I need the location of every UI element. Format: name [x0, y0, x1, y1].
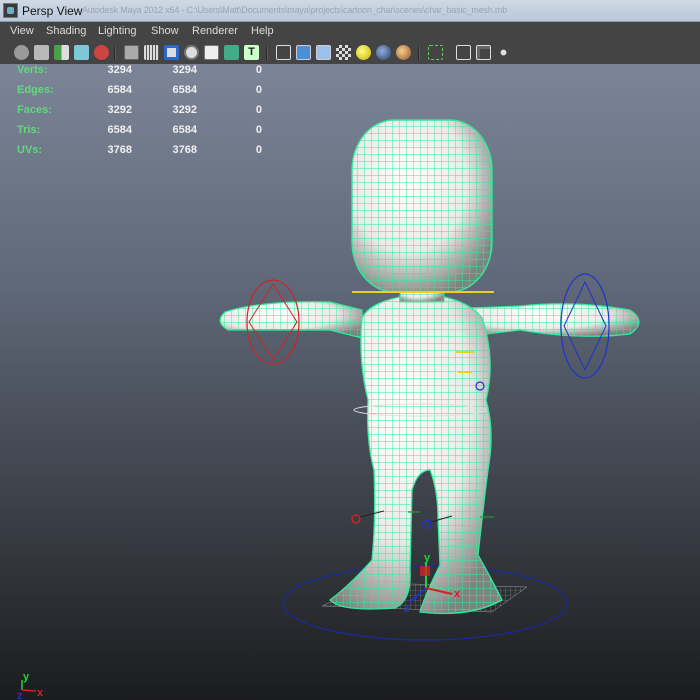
toolbar-separator — [114, 46, 116, 60]
axis-y-label: y — [23, 671, 30, 683]
grid-icon[interactable] — [124, 45, 139, 60]
safe-action-icon[interactable] — [224, 45, 239, 60]
manipulator-y-label: y — [424, 552, 431, 564]
high-quality-icon[interactable] — [396, 45, 411, 60]
axis-z-label: z — [17, 690, 23, 700]
wireframe-icon[interactable] — [276, 45, 291, 60]
safe-title-icon[interactable]: T — [244, 45, 259, 60]
menu-show[interactable]: Show — [151, 25, 179, 37]
isolate-select-icon[interactable] — [428, 45, 443, 60]
film-gate-icon[interactable] — [144, 45, 159, 60]
xray-icon[interactable] — [456, 45, 471, 60]
toolbar-separator — [266, 46, 268, 60]
select-camera-icon[interactable] — [14, 45, 29, 60]
window-title: Persp View — [22, 4, 83, 18]
character-mesh[interactable] — [219, 119, 640, 615]
bookmark-icon[interactable] — [54, 45, 69, 60]
wireframe-on-shaded-icon[interactable] — [316, 45, 331, 60]
menu-lighting[interactable]: Lighting — [98, 25, 137, 37]
menu-shading[interactable]: Shading — [46, 25, 86, 37]
maya-viewport-window: Persp View Autodesk Maya 2012 x64 - C:\U… — [0, 0, 700, 700]
shadows-icon[interactable] — [376, 45, 391, 60]
axis-x-label: x — [37, 687, 44, 699]
textured-icon[interactable] — [336, 45, 351, 60]
toolbar-separator — [418, 46, 420, 60]
panel-toolbar: T — [0, 42, 700, 65]
title-bar: Persp View Autodesk Maya 2012 x64 - C:\U… — [0, 0, 700, 22]
menu-renderer[interactable]: Renderer — [192, 25, 238, 37]
view-axis-gizmo: y x z — [17, 671, 44, 700]
camera-attributes-icon[interactable] — [34, 45, 49, 60]
resolution-gate-icon[interactable] — [164, 45, 179, 60]
gate-mask-icon[interactable] — [184, 45, 199, 60]
xray-joints-icon[interactable] — [496, 45, 511, 60]
scene-3d[interactable]: y x z y x z — [0, 64, 700, 700]
menu-help[interactable]: Help — [251, 25, 274, 37]
two-d-pan-zoom-icon[interactable] — [94, 45, 109, 60]
xray-active-components-icon[interactable] — [476, 45, 491, 60]
field-chart-icon[interactable] — [204, 45, 219, 60]
manipulator-x-label: x — [454, 588, 461, 600]
manipulator-z-label: z — [404, 603, 410, 615]
window-subtitle: Autodesk Maya 2012 x64 - C:\Users\Matt\D… — [82, 5, 508, 15]
maya-app-icon — [3, 3, 18, 18]
menu-view[interactable]: View — [10, 25, 34, 37]
smooth-shade-icon[interactable] — [296, 45, 311, 60]
panel-menu-bar: View Shading Lighting Show Renderer Help — [0, 22, 700, 42]
use-all-lights-icon[interactable] — [356, 45, 371, 60]
image-plane-icon[interactable] — [74, 45, 89, 60]
